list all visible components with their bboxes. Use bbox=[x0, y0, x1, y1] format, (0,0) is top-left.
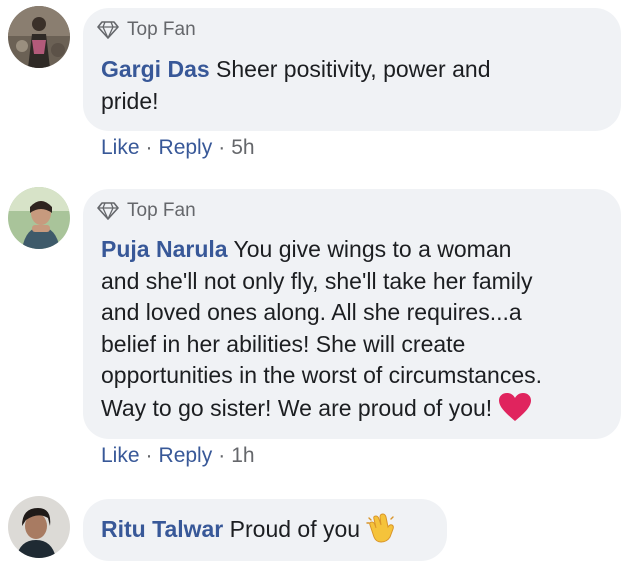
comment-line: belief in her abilities! She will create bbox=[101, 330, 466, 357]
top-fan-badge[interactable]: Top Fan bbox=[97, 18, 196, 42]
diamond-icon bbox=[97, 201, 119, 221]
separator-dot: · bbox=[218, 136, 226, 159]
badge-label: Top Fan bbox=[127, 19, 196, 40]
comment-actions: Like · Reply · 5h bbox=[101, 136, 255, 160]
comment-line: Ritu Talwar Proud of you bbox=[101, 513, 398, 552]
avatar-image bbox=[8, 6, 70, 68]
diamond-icon bbox=[97, 20, 119, 40]
comment-line: pride! bbox=[101, 87, 159, 114]
author-name[interactable]: Gargi Das bbox=[101, 56, 210, 82]
comment-bubble: Ritu Talwar Proud of you bbox=[83, 499, 447, 561]
clapping-hands-icon bbox=[366, 513, 398, 552]
author-name[interactable]: Puja Narula bbox=[101, 236, 228, 262]
avatar[interactable] bbox=[8, 496, 70, 558]
timestamp[interactable]: 1h bbox=[231, 444, 254, 468]
badge-label: Top Fan bbox=[127, 200, 196, 221]
comment-bubble: Top Fan Gargi Das Sheer positivity, powe… bbox=[83, 8, 621, 131]
reply-link[interactable]: Reply bbox=[159, 136, 213, 160]
separator-dot: · bbox=[218, 444, 226, 467]
like-link[interactable]: Like bbox=[101, 136, 140, 160]
separator-dot: · bbox=[145, 444, 153, 467]
comment-text-line: Sheer positivity, power and bbox=[216, 56, 491, 82]
comment-line: Gargi Das Sheer positivity, power and bbox=[101, 54, 491, 86]
comment-line: Way to go sister! We are proud of you! bbox=[101, 392, 542, 431]
comment-text-line: You give wings to a woman bbox=[233, 236, 512, 262]
like-link[interactable]: Like bbox=[101, 444, 140, 468]
timestamp[interactable]: 5h bbox=[231, 136, 254, 160]
author-name[interactable]: Ritu Talwar bbox=[101, 516, 223, 542]
comment-line: opportunities in the worst of circumstan… bbox=[101, 362, 543, 388]
red-heart-icon bbox=[498, 392, 532, 431]
comment-line: and she'll not only fly, she'll take her… bbox=[101, 267, 533, 294]
comment-body: Ritu Talwar Proud of you bbox=[101, 513, 398, 552]
reply-link[interactable]: Reply bbox=[159, 444, 213, 468]
top-fan-badge[interactable]: Top Fan bbox=[97, 199, 196, 223]
comment-line: and loved ones along. All she requires..… bbox=[101, 299, 522, 325]
comment-body: Gargi Das Sheer positivity, power and pr… bbox=[101, 54, 491, 117]
separator-dot: · bbox=[145, 136, 153, 159]
comment-bubble: Top Fan Puja Narula You give wings to a … bbox=[83, 189, 621, 439]
avatar-image bbox=[8, 496, 70, 558]
avatar-image bbox=[8, 187, 70, 249]
comment-line: Puja Narula You give wings to a woman bbox=[101, 234, 542, 266]
comment-text-line: Way to go sister! We are proud of you! bbox=[101, 394, 493, 421]
avatar[interactable] bbox=[8, 6, 70, 68]
avatar[interactable] bbox=[8, 187, 70, 249]
comment-text-line: Proud of you bbox=[229, 516, 361, 542]
comment-body: Puja Narula You give wings to a woman an… bbox=[101, 234, 542, 430]
comment-actions: Like · Reply · 1h bbox=[101, 444, 255, 468]
